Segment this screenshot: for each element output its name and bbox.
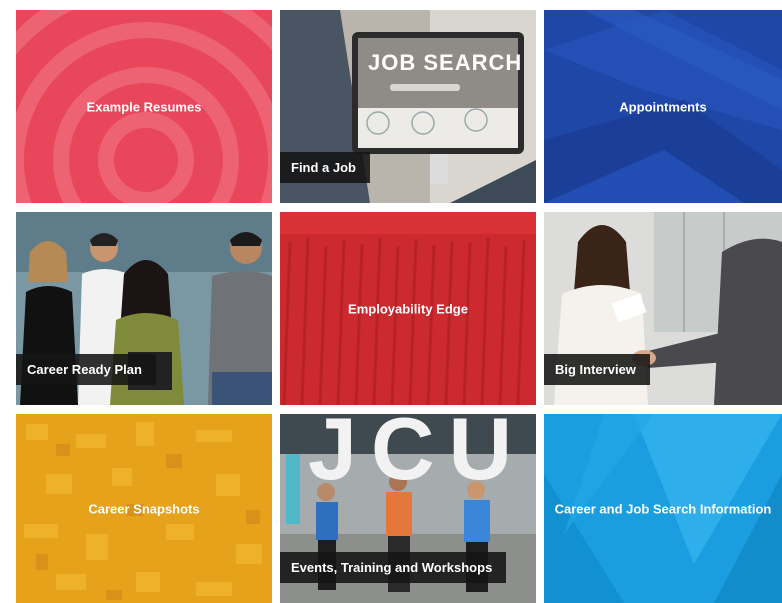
tile-label: Career Ready Plan <box>16 354 156 385</box>
tile-career-snapshots[interactable]: Career Snapshots <box>16 414 272 603</box>
tile-find-a-job[interactable]: JOB SEARCH Find a Job <box>280 10 536 203</box>
tile-label: Appointments <box>619 99 707 114</box>
tile-employability-edge[interactable]: Employability Edge <box>280 212 536 405</box>
tile-label: Find a Job <box>280 152 370 183</box>
job-search-screen-text: JOB SEARCH <box>368 50 523 75</box>
tile-events-training-workshops[interactable]: JCU Events, Training and Workshops <box>280 414 536 603</box>
tile-label: Career Snapshots <box>88 501 200 516</box>
tile-appointments[interactable]: Appointments <box>544 10 782 203</box>
tile-career-job-search-information[interactable]: Career and Job Search Information <box>544 414 782 603</box>
campus-letters: JCU <box>308 414 527 498</box>
tile-label: Employability Edge <box>348 301 468 316</box>
tile-big-interview[interactable]: Big Interview <box>544 212 782 405</box>
tile-career-ready-plan[interactable]: Career Ready Plan <box>16 212 272 405</box>
tile-label: Big Interview <box>544 354 650 385</box>
tile-label: Example Resumes <box>86 99 202 114</box>
tile-label: Events, Training and Workshops <box>280 552 507 583</box>
tile-label: Career and Job Search Information <box>554 501 772 516</box>
tile-example-resumes[interactable]: Example Resumes <box>16 10 272 203</box>
